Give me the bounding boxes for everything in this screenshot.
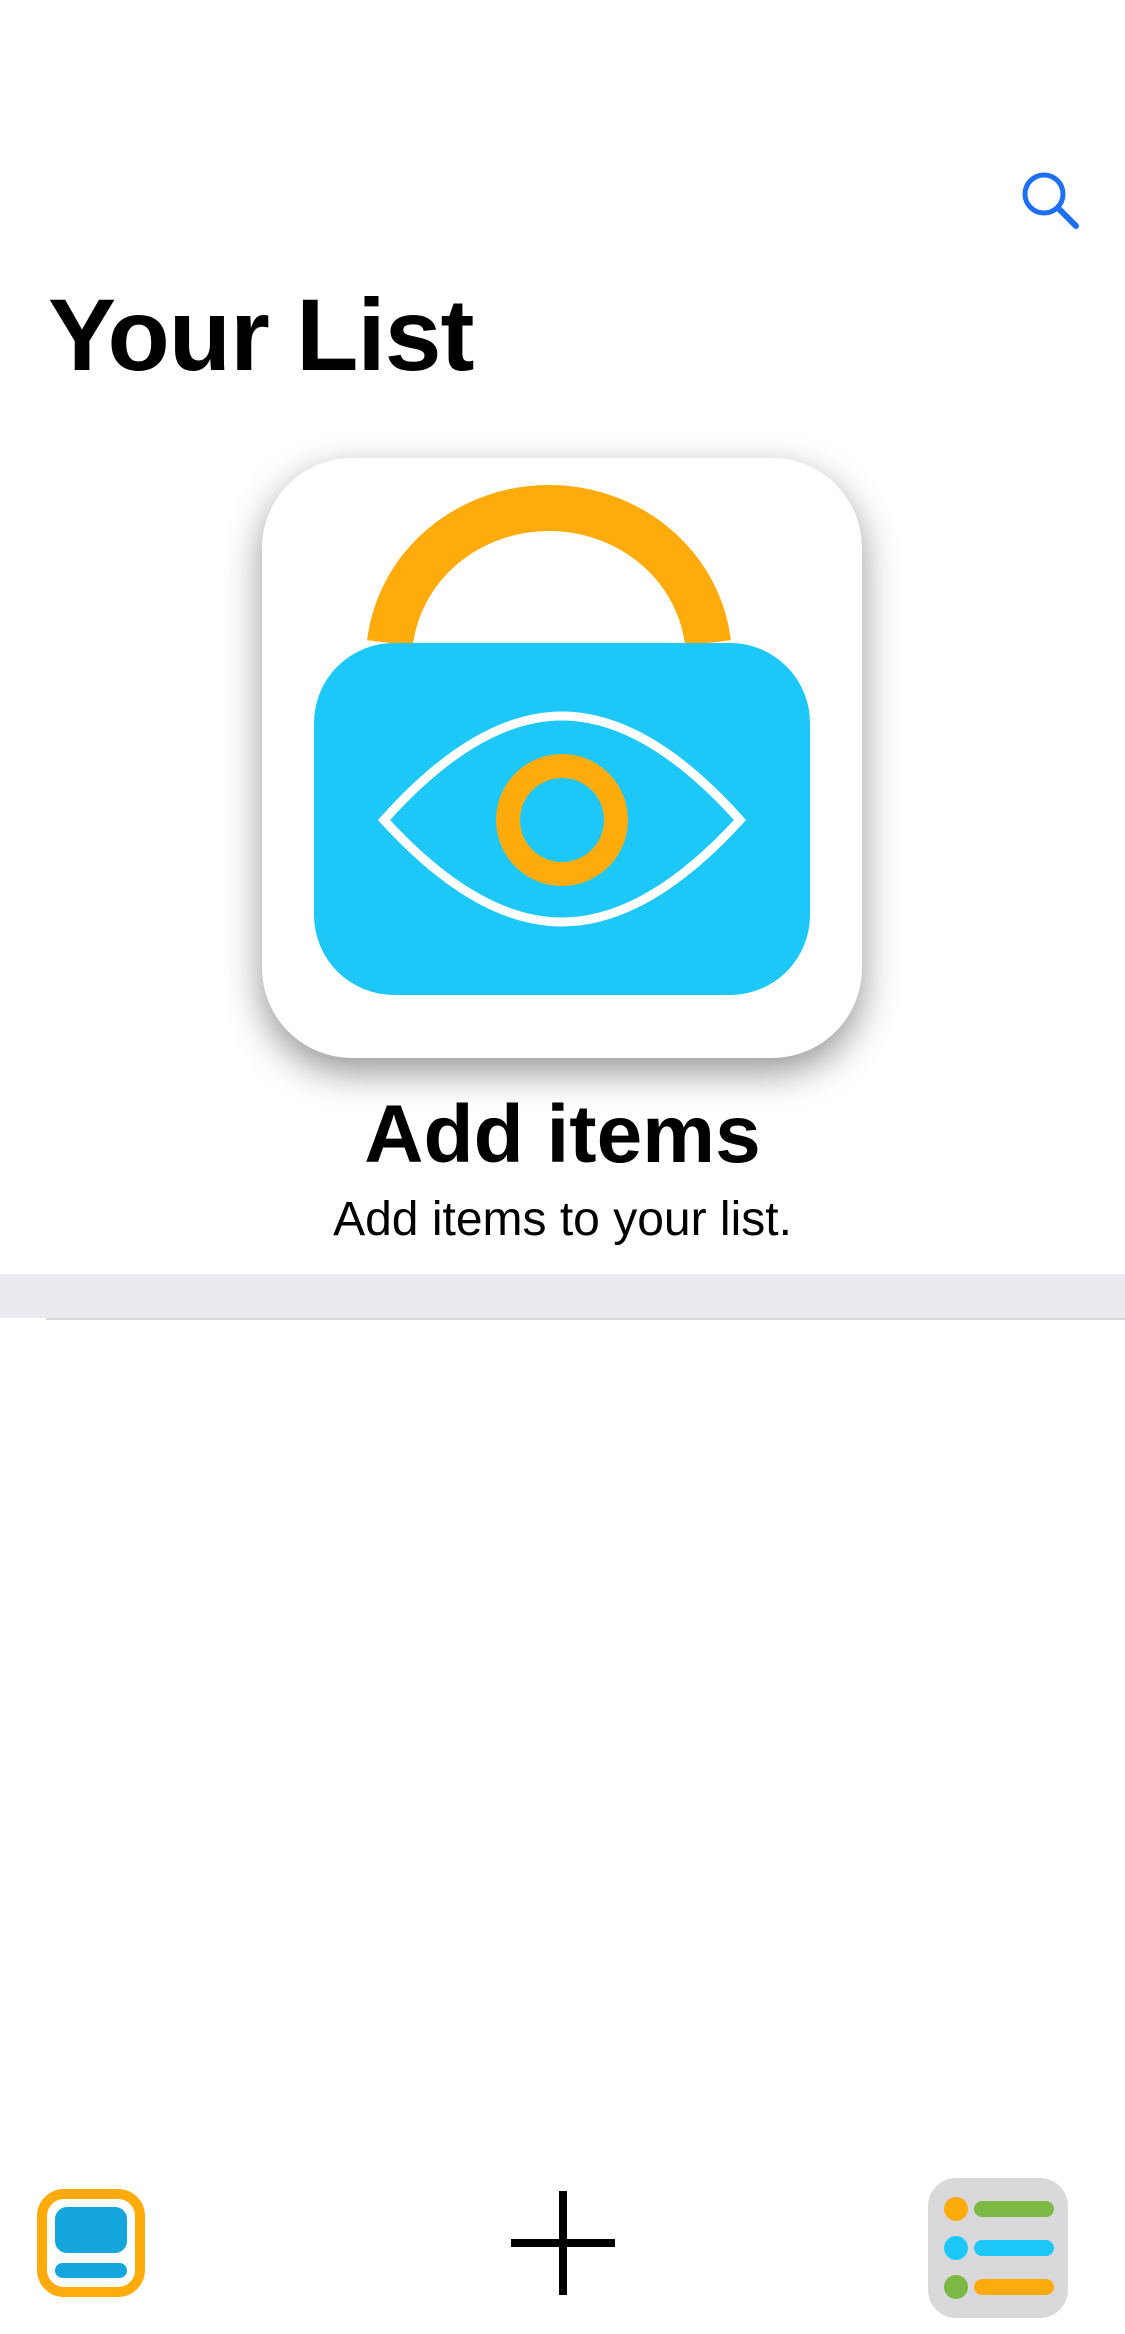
search-icon — [1022, 172, 1079, 229]
empty-state-title: Add items — [364, 1089, 761, 1180]
add-item-button[interactable] — [505, 2185, 621, 2301]
tab-bar — [0, 2160, 1125, 2334]
locked-bag-eye-icon — [314, 485, 810, 995]
tray-icon — [37, 2189, 145, 2297]
home-tab[interactable] — [36, 2188, 146, 2298]
search-button[interactable] — [1010, 160, 1090, 240]
plus-icon — [511, 2191, 615, 2295]
separator-line — [46, 1318, 1125, 1320]
section-divider — [0, 1274, 1125, 1318]
empty-state-illustration — [262, 458, 862, 1058]
empty-state-subtitle: Add items to your list. — [333, 1193, 792, 1246]
list-icon — [928, 2178, 1068, 2318]
lists-tab[interactable] — [928, 2178, 1068, 2318]
page-title: Your List — [48, 278, 474, 392]
